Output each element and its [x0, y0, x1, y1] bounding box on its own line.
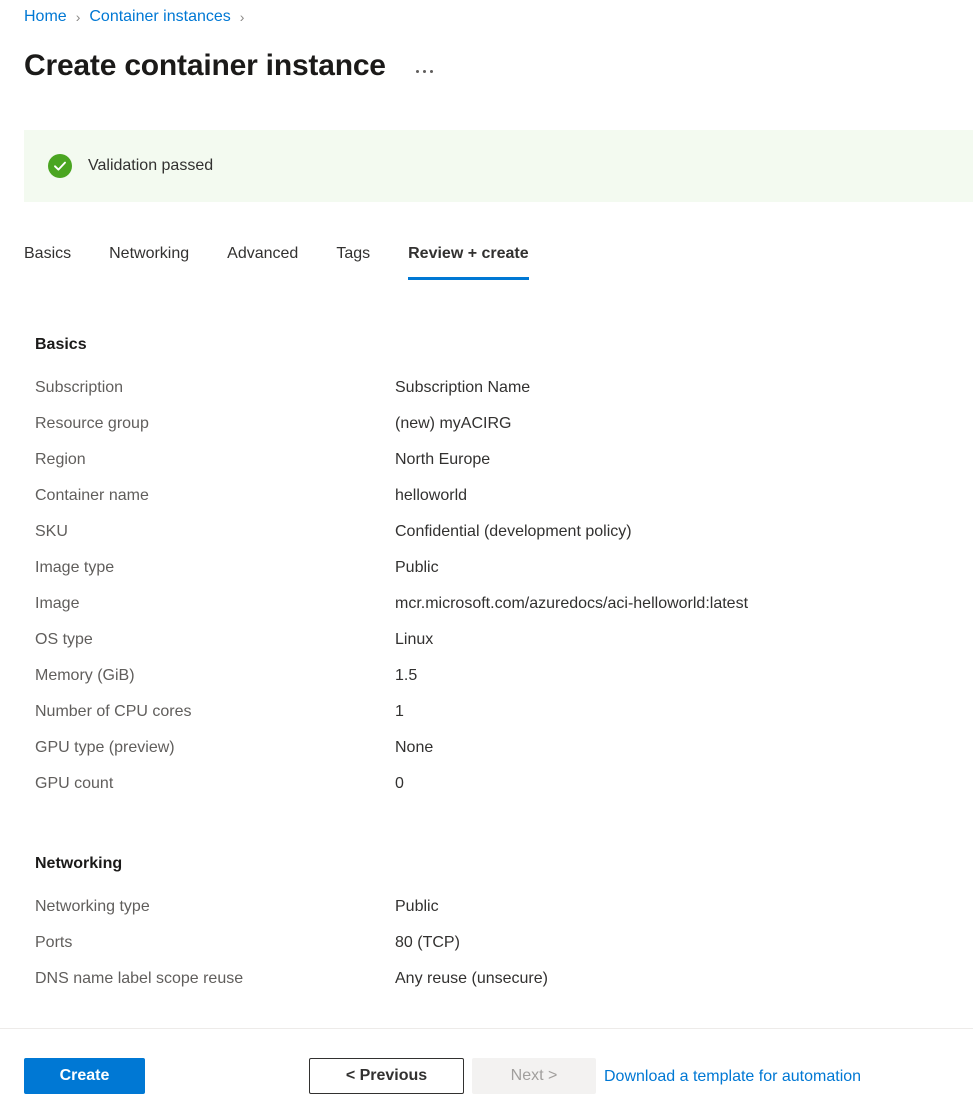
- summary-value: 1: [395, 701, 404, 723]
- summary-value: 80 (TCP): [395, 932, 460, 954]
- tab-networking[interactable]: Networking: [109, 243, 189, 280]
- summary-row-region: Region North Europe: [24, 449, 957, 485]
- summary-value: (new) myACIRG: [395, 413, 511, 435]
- summary-value: North Europe: [395, 449, 490, 471]
- ellipsis-dot: [423, 70, 426, 73]
- validation-banner: Validation passed: [24, 130, 973, 202]
- summary-row-resource-group: Resource group (new) myACIRG: [24, 413, 957, 449]
- chevron-right-icon: ›: [76, 6, 81, 28]
- next-button: Next >: [472, 1058, 596, 1094]
- breadcrumb-item-container-instances[interactable]: Container instances: [89, 6, 230, 28]
- summary-label: Resource group: [24, 413, 395, 435]
- summary-row-os-type: OS type Linux: [24, 629, 957, 665]
- breadcrumb: Home › Container instances ›: [24, 6, 253, 28]
- summary-label: DNS name label scope reuse: [24, 968, 395, 990]
- create-button[interactable]: Create: [24, 1058, 145, 1094]
- summary-row-dns-scope-reuse: DNS name label scope reuse Any reuse (un…: [24, 968, 957, 1004]
- summary-row-memory: Memory (GiB) 1.5: [24, 665, 957, 701]
- section-networking: Networking Networking type Public Ports …: [24, 853, 957, 1004]
- summary-value: Confidential (development policy): [395, 521, 632, 543]
- download-template-link[interactable]: Download a template for automation: [604, 1067, 861, 1087]
- tab-review-create[interactable]: Review + create: [408, 243, 529, 280]
- summary-row-gpu-count: GPU count 0: [24, 773, 957, 809]
- summary-label: GPU type (preview): [24, 737, 395, 759]
- previous-button[interactable]: < Previous: [309, 1058, 464, 1094]
- summary-label: Region: [24, 449, 395, 471]
- section-basics: Basics Subscription Subscription Name Re…: [24, 334, 957, 809]
- summary-value: 1.5: [395, 665, 417, 687]
- ellipsis-dot: [416, 70, 419, 73]
- summary-row-gpu-type: GPU type (preview) None: [24, 737, 957, 773]
- page-header: Create container instance: [24, 46, 437, 86]
- summary-label: SKU: [24, 521, 395, 543]
- summary-row-image: Image mcr.microsoft.com/azuredocs/aci-he…: [24, 593, 957, 629]
- tab-tags[interactable]: Tags: [336, 243, 370, 280]
- summary-label: Memory (GiB): [24, 665, 395, 687]
- summary-label: GPU count: [24, 773, 395, 795]
- summary-row-subscription: Subscription Subscription Name: [24, 377, 957, 413]
- page-title: Create container instance: [24, 46, 386, 86]
- summary-value: 0: [395, 773, 404, 795]
- summary-row-ports: Ports 80 (TCP): [24, 932, 957, 968]
- summary-value: Subscription Name: [395, 377, 530, 399]
- summary-label: Image: [24, 593, 395, 615]
- footer-actions: Create < Previous Next > Download a temp…: [0, 1029, 973, 1119]
- tab-basics[interactable]: Basics: [24, 243, 71, 280]
- tab-advanced[interactable]: Advanced: [227, 243, 298, 280]
- check-circle-icon: [48, 154, 72, 178]
- summary-label: Subscription: [24, 377, 395, 399]
- ellipsis-dot: [430, 70, 433, 73]
- summary-label: Number of CPU cores: [24, 701, 395, 723]
- summary-value: Any reuse (unsecure): [395, 968, 548, 990]
- summary-row-cpu-cores: Number of CPU cores 1: [24, 701, 957, 737]
- summary-label: Image type: [24, 557, 395, 579]
- section-basics-title: Basics: [35, 334, 957, 356]
- summary-label: Ports: [24, 932, 395, 954]
- summary-row-sku: SKU Confidential (development policy): [24, 521, 957, 557]
- more-options-icon[interactable]: [412, 64, 437, 79]
- summary-value: helloworld: [395, 485, 467, 507]
- summary-row-networking-type: Networking type Public: [24, 896, 957, 932]
- breadcrumb-item-home[interactable]: Home: [24, 6, 67, 28]
- summary-row-container-name: Container name helloworld: [24, 485, 957, 521]
- summary-value: Linux: [395, 629, 433, 651]
- validation-message: Validation passed: [88, 155, 213, 177]
- summary-value: mcr.microsoft.com/azuredocs/aci-hellowor…: [395, 593, 748, 615]
- summary-value: Public: [395, 557, 439, 579]
- summary-label: Container name: [24, 485, 395, 507]
- summary-value: None: [395, 737, 433, 759]
- chevron-right-icon: ›: [240, 6, 245, 28]
- summary-label: OS type: [24, 629, 395, 651]
- section-networking-title: Networking: [35, 853, 957, 875]
- summary-row-image-type: Image type Public: [24, 557, 957, 593]
- summary-label: Networking type: [24, 896, 395, 918]
- summary-value: Public: [395, 896, 439, 918]
- wizard-tabs: Basics Networking Advanced Tags Review +…: [24, 243, 529, 280]
